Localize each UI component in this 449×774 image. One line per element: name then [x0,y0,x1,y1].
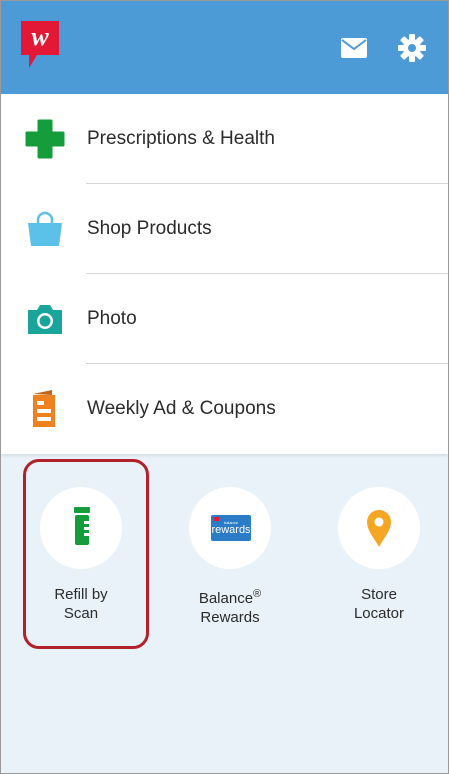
menu-label: Prescriptions & Health [87,128,275,149]
menu-item-shop-products[interactable]: Shop Products [1,184,448,274]
tile-label-text: Balance [198,590,254,607]
tile-label-line2: Rewards [200,609,260,626]
logo-letter: w [31,22,49,51]
mail-icon[interactable] [341,38,367,58]
tile-label: Store Locator [319,585,439,623]
registered-mark: ® [253,588,262,600]
menu-item-photo[interactable]: Photo [1,274,448,364]
card-text: rewards [211,524,251,536]
app-screen: w Prescriptions & Health Shop Products P… [0,0,449,774]
map-pin-icon [367,510,391,547]
shopping-bag-icon [28,211,62,246]
tile-icon-circle [338,487,420,569]
menu-label: Weekly Ad & Coupons [87,398,276,419]
tile-icon-circle: balance rewards [189,487,271,569]
tile-label: Balance® Rewards [170,585,290,627]
tile-label-line2: Locator [353,605,405,622]
menu-label: Shop Products [87,218,212,239]
app-header: w [1,1,448,94]
tile-balance-rewards[interactable]: balance rewards Balance® Rewards [170,487,290,637]
gear-icon[interactable] [398,34,426,62]
main-menu: Prescriptions & Health Shop Products Pho… [1,94,448,454]
tile-store-locator[interactable]: Store Locator [319,487,439,637]
menu-label: Photo [87,308,137,329]
menu-item-prescriptions[interactable]: Prescriptions & Health [1,94,448,184]
tile-label-line1: Balance® [170,585,290,608]
camera-icon [28,305,62,334]
tile-label-line1: Store [361,586,397,603]
highlight-box [23,459,149,649]
menu-item-weekly-ad[interactable]: Weekly Ad & Coupons [1,364,448,454]
walgreens-logo[interactable]: w [21,21,59,69]
green-cross-icon [25,119,65,159]
weekly-ad-icon [33,390,55,427]
balance-rewards-card-icon: balance rewards [211,515,251,541]
